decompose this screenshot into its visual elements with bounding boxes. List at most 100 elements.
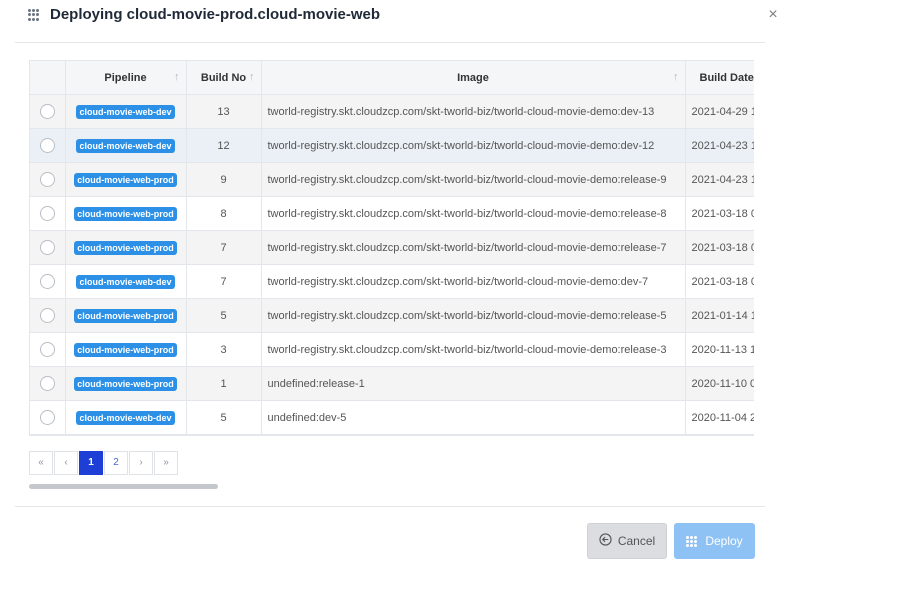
build-date-cell: 2021-04-23 1 bbox=[685, 128, 754, 163]
image-cell: undefined:dev-5 bbox=[261, 400, 686, 435]
pipeline-cell: cloud-movie-web-prod bbox=[65, 366, 187, 401]
build-date-cell: 2021-01-14 1 bbox=[685, 298, 754, 333]
table-row[interactable]: cloud-movie-web-prod 9 tworld-registry.skt… bbox=[30, 162, 754, 197]
prev-page-button[interactable]: ‹ bbox=[54, 451, 78, 475]
build-date-cell: 2020-11-13 1 bbox=[685, 332, 754, 367]
page-1-button[interactable]: 1 bbox=[79, 451, 103, 475]
image-header-label: Image bbox=[457, 71, 489, 84]
build-no-cell: 5 bbox=[186, 400, 262, 435]
table-row[interactable]: cloud-movie-web-prod 5 tworld-registry.skt… bbox=[30, 298, 754, 333]
row-radio[interactable] bbox=[39, 138, 55, 153]
pipeline-cell: cloud-movie-web-prod bbox=[65, 332, 187, 367]
row-radio[interactable] bbox=[39, 342, 55, 357]
row-radio[interactable] bbox=[39, 104, 55, 119]
table-row[interactable]: cloud-movie-web-dev 13 tworld-registry.skt… bbox=[30, 94, 754, 129]
table-row[interactable]: cloud-movie-web-dev 12 tworld-registry.skt… bbox=[30, 128, 754, 163]
pipeline-cell: cloud-movie-web-prod bbox=[65, 298, 187, 333]
build-no-cell: 7 bbox=[186, 230, 262, 265]
footer-divider bbox=[15, 506, 765, 507]
pipeline-cell: cloud-movie-web-prod bbox=[65, 196, 187, 231]
build-date-cell: 2021-03-18 0 bbox=[685, 230, 754, 265]
row-radio[interactable] bbox=[39, 240, 55, 255]
pipeline-header-label: Pipeline bbox=[104, 71, 147, 84]
row-radio[interactable] bbox=[39, 206, 55, 221]
builds-table-container[interactable]: Pipeline ↑ Build No ↑ Image ↑ Build Date cl… bbox=[29, 60, 754, 436]
table-row[interactable]: cloud-movie-web-prod 1 undefined:release-1… bbox=[30, 366, 754, 401]
pipeline-badge: cloud-movie-web-prod bbox=[74, 342, 177, 357]
last-page-button[interactable]: » bbox=[154, 451, 178, 475]
build-date-cell: 2021-03-18 0 bbox=[685, 264, 754, 299]
cancel-button[interactable]: Cancel bbox=[587, 523, 667, 559]
pipeline-cell: cloud-movie-web-prod bbox=[65, 230, 187, 265]
pipeline-cell: cloud-movie-web-dev bbox=[65, 264, 187, 299]
row-select-cell[interactable] bbox=[30, 230, 66, 265]
pipeline-badge: cloud-movie-web-dev bbox=[76, 138, 175, 153]
horizontal-scrollbar[interactable] bbox=[29, 484, 218, 489]
build-no-cell: 9 bbox=[186, 162, 262, 197]
table-row[interactable]: cloud-movie-web-dev 7 tworld-registry.skt.… bbox=[30, 264, 754, 299]
build-date-cell: 2020-11-10 0 bbox=[685, 366, 754, 401]
sort-icon[interactable]: ↑ bbox=[249, 71, 255, 83]
build-date-column-header[interactable]: Build Date bbox=[685, 61, 754, 95]
row-select-cell[interactable] bbox=[30, 196, 66, 231]
build-no-header-label: Build No bbox=[200, 71, 247, 84]
page-2-button[interactable]: 2 bbox=[104, 451, 128, 475]
pipeline-badge: cloud-movie-web-prod bbox=[74, 206, 177, 221]
row-select-cell[interactable] bbox=[30, 264, 66, 299]
sort-icon[interactable]: ↑ bbox=[673, 71, 679, 83]
table-row[interactable]: cloud-movie-web-prod 7 tworld-registry.skt… bbox=[30, 230, 754, 265]
pipeline-badge: cloud-movie-web-dev bbox=[76, 104, 175, 119]
row-select-cell[interactable] bbox=[30, 332, 66, 367]
row-select-cell[interactable] bbox=[30, 128, 66, 163]
deploy-label: Deploy bbox=[705, 534, 743, 548]
build-no-cell: 13 bbox=[186, 94, 262, 129]
pipeline-cell: cloud-movie-web-prod bbox=[65, 162, 187, 197]
image-cell: tworld-registry.skt.cloudzcp.com/skt-two… bbox=[261, 196, 686, 231]
build-no-cell: 3 bbox=[186, 332, 262, 367]
table-header-row: Pipeline ↑ Build No ↑ Image ↑ Build Date bbox=[30, 61, 754, 95]
pipeline-cell: cloud-movie-web-dev bbox=[65, 94, 187, 129]
pipeline-badge: cloud-movie-web-prod bbox=[74, 172, 177, 187]
build-no-cell: 8 bbox=[186, 196, 262, 231]
pipeline-badge: cloud-movie-web-prod bbox=[74, 308, 177, 323]
build-no-cell: 7 bbox=[186, 264, 262, 299]
table-row[interactable]: cloud-movie-web-dev 5 undefined:dev-5 2020-… bbox=[30, 400, 754, 435]
sort-icon[interactable]: ↑ bbox=[174, 71, 180, 83]
image-column-header[interactable]: Image ↑ bbox=[261, 61, 686, 95]
row-select-cell[interactable] bbox=[30, 162, 66, 197]
row-select-cell[interactable] bbox=[30, 400, 66, 435]
row-select-cell[interactable] bbox=[30, 298, 66, 333]
table-row[interactable]: cloud-movie-web-prod 8 tworld-registry.skt… bbox=[30, 196, 754, 231]
row-radio[interactable] bbox=[39, 410, 55, 425]
build-no-cell: 5 bbox=[186, 298, 262, 333]
pipeline-badge: cloud-movie-web-prod bbox=[74, 240, 177, 255]
build-no-column-header[interactable]: Build No ↑ bbox=[186, 61, 262, 95]
build-no-cell: 1 bbox=[186, 366, 262, 401]
image-cell: tworld-registry.skt.cloudzcp.com/skt-two… bbox=[261, 264, 686, 299]
pipeline-badge: cloud-movie-web-dev bbox=[76, 410, 175, 425]
build-no-cell: 12 bbox=[186, 128, 262, 163]
circle-arrow-left-icon bbox=[599, 533, 612, 549]
deploy-button[interactable]: Deploy bbox=[674, 523, 755, 559]
row-select-cell[interactable] bbox=[30, 94, 66, 129]
table-row[interactable]: cloud-movie-web-prod 3 tworld-registry.skt… bbox=[30, 332, 754, 367]
row-radio[interactable] bbox=[39, 376, 55, 391]
row-radio[interactable] bbox=[39, 274, 55, 289]
close-icon[interactable]: × bbox=[764, 6, 782, 24]
select-column-header bbox=[30, 61, 66, 95]
pipeline-column-header[interactable]: Pipeline ↑ bbox=[65, 61, 187, 95]
row-radio[interactable] bbox=[39, 308, 55, 323]
grid-dots-icon bbox=[686, 535, 698, 547]
first-page-button[interactable]: « bbox=[29, 451, 53, 475]
grid-dots-icon bbox=[28, 9, 40, 21]
pipeline-cell: cloud-movie-web-dev bbox=[65, 400, 187, 435]
row-select-cell[interactable] bbox=[30, 366, 66, 401]
dialog-title: Deploying cloud-movie-prod.cloud-movie-w… bbox=[50, 6, 381, 23]
image-cell: tworld-registry.skt.cloudzcp.com/skt-two… bbox=[261, 332, 686, 367]
pipeline-cell: cloud-movie-web-dev bbox=[65, 128, 187, 163]
row-radio[interactable] bbox=[39, 172, 55, 187]
build-date-cell: 2021-04-29 1 bbox=[685, 94, 754, 129]
next-page-button[interactable]: › bbox=[129, 451, 153, 475]
header-divider bbox=[15, 42, 765, 43]
image-cell: tworld-registry.skt.cloudzcp.com/skt-two… bbox=[261, 162, 686, 197]
